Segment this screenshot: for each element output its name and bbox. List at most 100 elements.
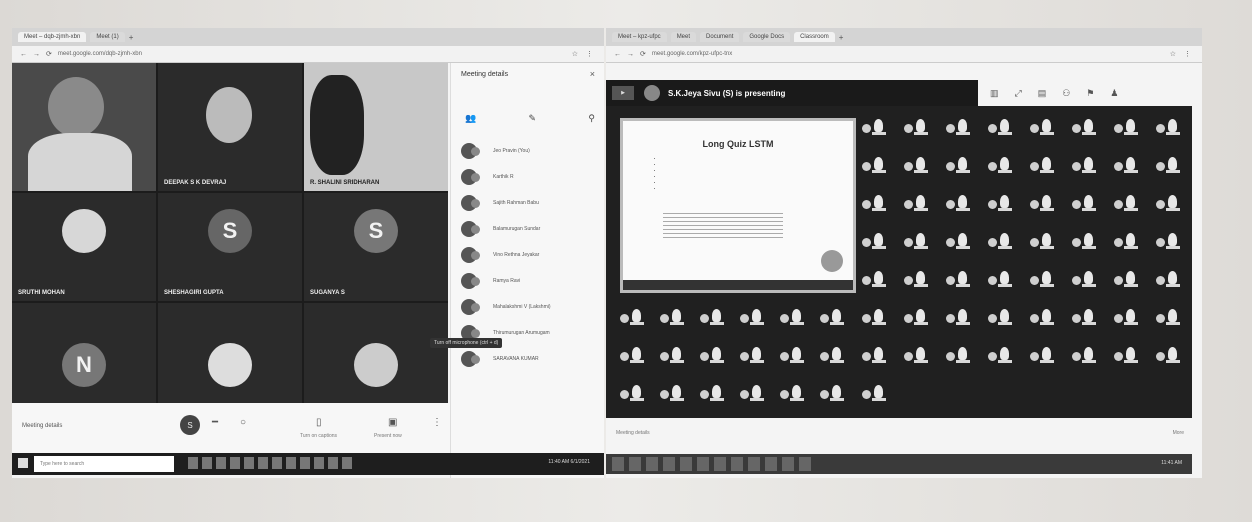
meeting-details-button[interactable]: Meeting details [616,430,650,436]
back-icon[interactable]: ← [614,51,621,58]
app-icon[interactable] [799,457,811,471]
left-toolbar-icons[interactable]: ☆ ⋮ [572,50,596,58]
avatar: S [208,209,252,253]
app-icon[interactable] [202,457,212,469]
participant-thumbnail [698,384,726,406]
participant-thumbnail [902,346,930,368]
right-tab-5[interactable]: Classroom [794,32,835,42]
new-tab-icon[interactable]: + [839,33,844,42]
back-icon[interactable]: ← [20,51,27,58]
app-icon[interactable] [612,457,624,471]
right-toolbar-icons[interactable]: ☆ ⋮ [1170,50,1194,58]
avatar [208,343,252,387]
participant-row[interactable]: SARAVANA KUMAR [461,351,539,367]
chat-icon[interactable]: ✎ [529,113,537,124]
participant-thumbnail [902,156,930,178]
participant-name: Balamurugan Sundar [493,226,541,232]
fullscreen-icon[interactable]: ⤢ [1015,88,1022,99]
captions-icon[interactable]: ▯ [316,417,322,428]
app-icon[interactable] [272,457,282,469]
app-icon[interactable] [782,457,794,471]
app-icon[interactable] [342,457,352,469]
participant-thumbnail [902,232,930,254]
left-address-bar[interactable]: ← → ⟳ meet.google.com/dqb-zjmh-xbn ☆ ⋮ [12,46,604,63]
activities-icon[interactable]: ⚲ [588,113,595,124]
participant-thumbnail [944,270,972,292]
app-icon[interactable] [629,457,641,471]
people-icon[interactable]: ⚇ [1062,88,1070,99]
app-icon[interactable] [697,457,709,471]
participant-row[interactable]: Jeo Pravin (You) [461,143,530,159]
participant-thumbnail [986,346,1014,368]
app-icon[interactable] [314,457,324,469]
hangup-icon[interactable]: ━ [212,417,218,428]
self-avatar-letter: S [187,420,193,430]
app-icon[interactable] [216,457,226,469]
participant-thumbnail [618,346,646,368]
participant-thumbnail [860,308,888,330]
participant-tile: N [12,303,156,403]
right-url[interactable]: meet.google.com/kpz-ufpc-tnx [652,51,732,57]
app-icon[interactable] [748,457,760,471]
right-tab-2[interactable]: Meet [670,32,697,42]
participant-row[interactable]: Balamurugan Sundar [461,221,540,237]
participant-thumbnail [1112,232,1140,254]
meeting-details-button[interactable]: Meeting details [22,423,62,429]
forward-icon[interactable]: → [627,51,634,58]
participant-thumbnail [902,118,930,140]
participant-row[interactable]: Karthik R [461,169,514,185]
right-tab-3[interactable]: Document [700,32,740,42]
participant-thumbnail [778,384,806,406]
reload-icon[interactable]: ⟳ [640,50,646,58]
app-icon[interactable] [714,457,726,471]
left-tab-1[interactable]: Meet – dqb-zjmh-xbn [18,32,87,42]
present-icon[interactable]: ▣ [388,417,397,428]
grid-icon[interactable]: ▥ [990,88,999,99]
participant-thumbnail [1154,156,1182,178]
more-button[interactable]: More [1173,430,1184,436]
app-icon[interactable] [765,457,777,471]
close-icon[interactable]: × [590,69,595,79]
participant-row[interactable]: Vino Rethna Jeyakar [461,247,539,263]
reload-icon[interactable]: ⟳ [46,50,52,58]
more-icon[interactable]: ⋮ [432,417,442,428]
app-icon[interactable] [680,457,692,471]
app-icon[interactable] [663,457,675,471]
new-tab-icon[interactable]: + [129,33,134,42]
app-icon[interactable] [258,457,268,469]
app-icon[interactable] [188,457,198,469]
left-tab-2[interactable]: Meet (1) [90,32,125,42]
taskbar-apps [612,457,811,471]
video-tile [12,63,156,191]
participant-thumbnail [698,308,726,330]
self-avatar: S [180,415,200,435]
forward-icon[interactable]: → [33,51,40,58]
participant-thumbnail [1112,118,1140,140]
taskbar-search[interactable]: Type here to search [34,456,174,472]
tile-name: SUGANYA S [310,290,345,296]
user-icon[interactable]: ♟ [1110,88,1118,99]
app-icon[interactable] [230,457,240,469]
participant-thumbnail [944,118,972,140]
mic-icon[interactable]: ○ [240,417,246,428]
participant-row[interactable]: Sajith Rahman Babu [461,195,539,211]
chat-icon[interactable]: ▤ [1038,88,1047,99]
app-icon[interactable] [286,457,296,469]
app-icon[interactable] [300,457,310,469]
participant-row[interactable]: Ramya Ravi [461,273,520,289]
right-tab-1[interactable]: Meet – kpz-ufpc [612,32,667,42]
app-icon[interactable] [328,457,338,469]
app-icon[interactable] [731,457,743,471]
app-icon[interactable] [244,457,254,469]
avatar: N [62,343,106,387]
participants-count-icon[interactable]: ⚑ [1086,88,1094,99]
participant-thumbnail [1154,270,1182,292]
left-url[interactable]: meet.google.com/dqb-zjmh-xbn [58,51,142,57]
right-tab-4[interactable]: Google Docs [743,32,791,42]
people-icon[interactable]: 👥 [465,113,476,124]
participant-row[interactable]: Mahalakshmi V (Lakshmi) [461,299,551,315]
app-icon[interactable] [646,457,658,471]
participant-thumbnail [818,384,846,406]
right-address-bar[interactable]: ← → ⟳ meet.google.com/kpz-ufpc-tnx ☆ ⋮ [606,46,1202,63]
windows-start-icon[interactable] [18,458,28,468]
